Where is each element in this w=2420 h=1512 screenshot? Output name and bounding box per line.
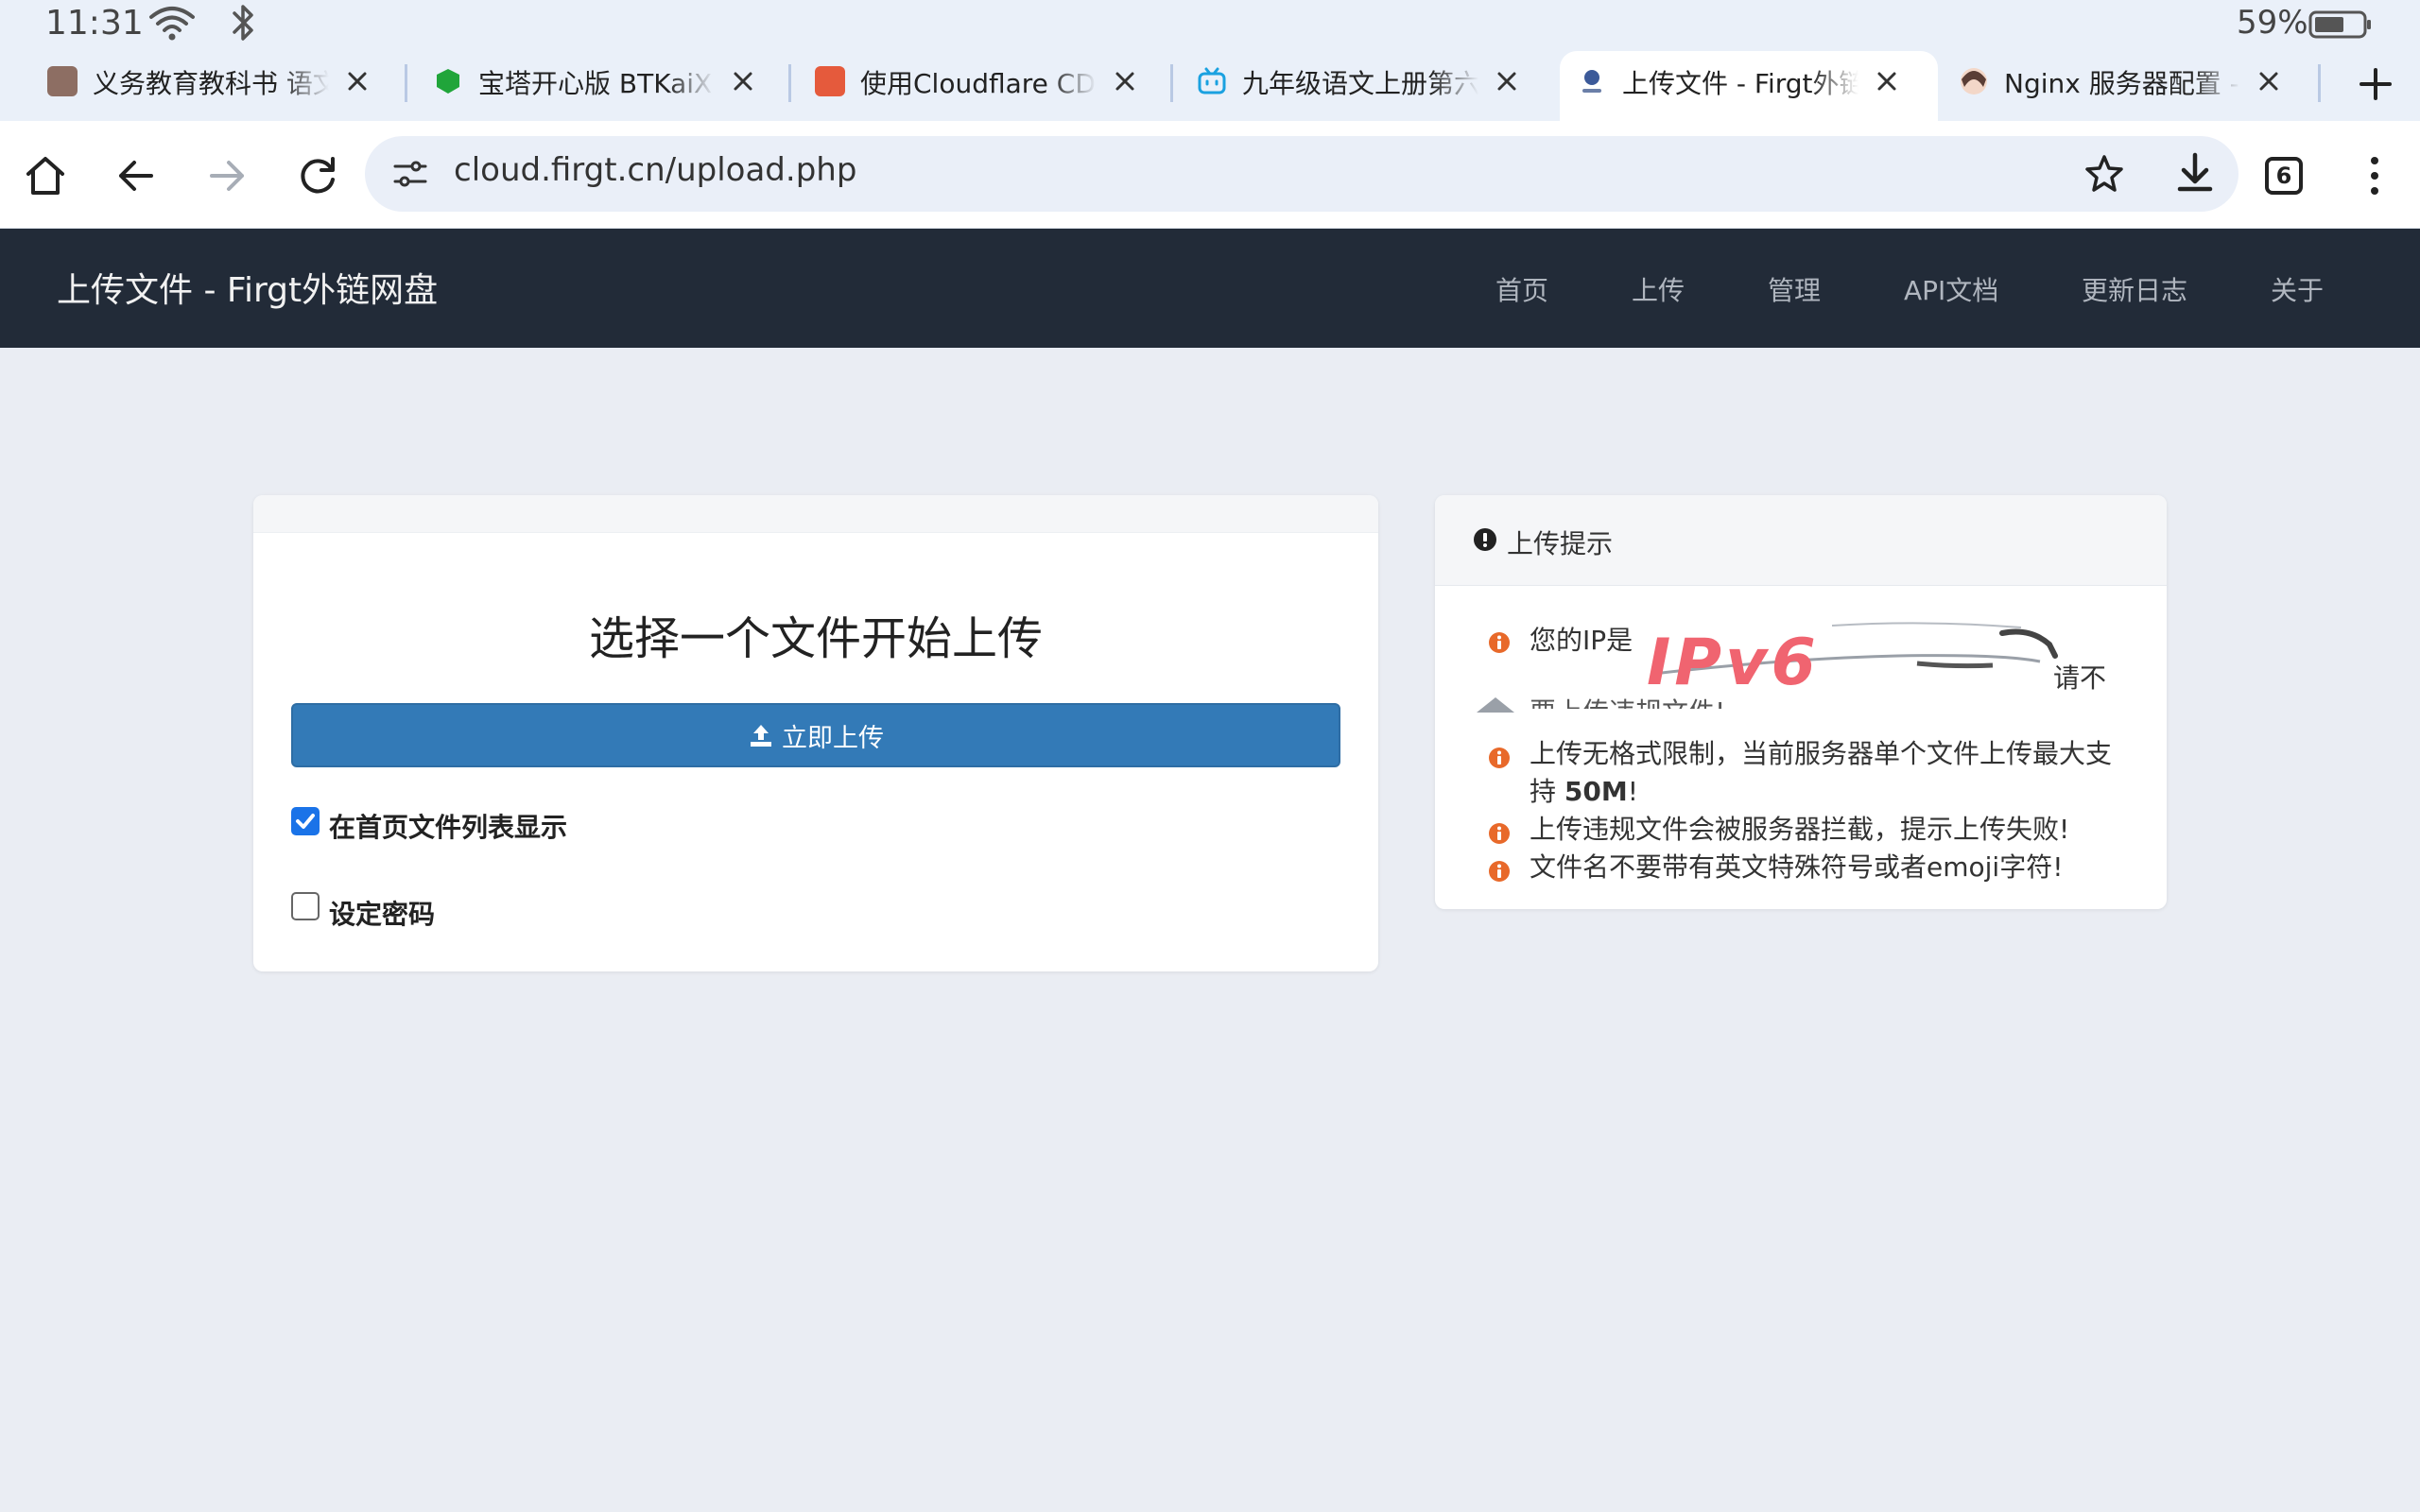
url-text[interactable]: cloud.firgt.cn/upload.php xyxy=(454,151,856,189)
browser-tab[interactable]: 义务教育教科书 语文 九 xyxy=(30,51,386,121)
tips-title: 上传提示 xyxy=(1507,528,1614,559)
status-time: 11:31 xyxy=(45,4,144,43)
ip-handwritten-annotation: IPv6 xyxy=(1647,626,1820,700)
tab-separator xyxy=(405,64,407,102)
battery-icon xyxy=(2308,10,2371,39)
bookmark-star-icon[interactable] xyxy=(2082,151,2127,197)
tab-separator xyxy=(1170,64,1173,102)
tip-ip-line2: 要上传违规文件! xyxy=(1530,694,1725,709)
tip-ip-suffix: 请不 xyxy=(2053,662,2107,694)
forward-arrow-icon[interactable] xyxy=(202,151,251,200)
tab-close-icon[interactable] xyxy=(1872,66,1902,96)
tab-title: 宝塔开心版 BTKaiXin.cn xyxy=(478,68,715,99)
nav-link-about[interactable]: 关于 xyxy=(2271,270,2324,308)
info-icon xyxy=(1489,747,1510,768)
info-icon xyxy=(1489,632,1510,653)
tab-favicon-icon xyxy=(1582,70,1601,93)
tab-separator xyxy=(788,64,791,102)
tip-violation: 上传违规文件会被服务器拦截，提示上传失败! xyxy=(1530,814,2070,845)
bluetooth-icon xyxy=(233,5,253,41)
tab-favicon-icon xyxy=(1198,67,1226,94)
info-icon xyxy=(1489,823,1510,844)
tab-title: 使用Cloudflare CDN后 xyxy=(860,68,1097,99)
nav-link-upload[interactable]: 上传 xyxy=(1632,270,1685,308)
set-password-label[interactable]: 设定密码 xyxy=(329,894,435,932)
reload-icon[interactable] xyxy=(293,151,342,200)
upload-tips-panel: 上传提示 您的IP是 IPv6 请不 要上传违规文件! 上传无格式限制，当前服务… xyxy=(1435,495,2167,909)
tab-title: 义务教育教科书 语文 九 xyxy=(93,68,329,99)
tab-close-icon[interactable] xyxy=(728,66,758,96)
more-menu-icon[interactable] xyxy=(2358,153,2392,198)
set-password-checkbox[interactable] xyxy=(291,892,320,920)
browser-tab[interactable]: 使用Cloudflare CDN后 xyxy=(798,51,1153,121)
upload-panel-header xyxy=(253,495,1378,533)
site-navbar: 上传文件 - Firgt外链网盘 首页 上传 管理 API文档 更新日志 关于 xyxy=(0,229,2420,348)
upload-heading: 选择一个文件开始上传 xyxy=(588,612,1043,665)
wifi-icon xyxy=(149,7,195,41)
home-icon[interactable] xyxy=(21,151,70,200)
tip-size-limit-value: 50M xyxy=(1564,776,1628,807)
browser-tab[interactable]: 九年级语文上册第六课 xyxy=(1180,51,1535,121)
show-on-home-label[interactable]: 在首页文件列表显示 xyxy=(329,807,567,845)
tab-title: Nginx 服务器配置 - 豆包 xyxy=(2004,68,2240,99)
tab-close-icon[interactable] xyxy=(2254,66,2284,96)
tab-separator xyxy=(2318,64,2321,102)
site-brand[interactable]: 上传文件 - Firgt外链网盘 xyxy=(57,263,438,312)
browser-tab-active[interactable]: 上传文件 - Firgt外链网盘 xyxy=(1560,51,1938,121)
checkmark-icon xyxy=(296,814,315,829)
tab-favicon-icon xyxy=(815,66,845,96)
tab-favicon-icon xyxy=(1961,68,1987,94)
nav-link-manage[interactable]: 管理 xyxy=(1768,270,1821,308)
battery-percent: 59% xyxy=(2237,4,2308,42)
tip-ip-prefix: 您的IP是 xyxy=(1530,625,1634,656)
browser-tab[interactable]: 宝塔开心版 BTKaiXin.cn xyxy=(416,51,771,121)
exclamation-circle-icon xyxy=(1474,528,1496,551)
tips-header: 上传提示 xyxy=(1435,495,2167,586)
status-bar: 11:31 59% xyxy=(0,0,2420,51)
info-icon xyxy=(1489,861,1510,882)
tab-strip: 义务教育教科书 语文 九 宝塔开心版 BTKaiXin.cn 使用Cloudfl… xyxy=(0,51,2420,121)
tab-close-icon[interactable] xyxy=(1492,66,1522,96)
download-icon[interactable] xyxy=(2172,149,2218,197)
tab-switcher-button[interactable]: 6 xyxy=(2265,157,2303,195)
triangle-mark-icon xyxy=(1477,697,1514,713)
upload-button-label: 立即上传 xyxy=(782,723,884,753)
new-tab-plus-icon[interactable] xyxy=(2354,62,2397,106)
tab-favicon-icon xyxy=(437,69,459,94)
browser-tab[interactable]: Nginx 服务器配置 - 豆包 xyxy=(1942,51,2297,121)
nav-link-api-docs[interactable]: API文档 xyxy=(1904,270,1998,308)
tab-title: 九年级语文上册第六课 xyxy=(1242,68,1478,99)
browser-toolbar: cloud.firgt.cn/upload.php 6 xyxy=(0,121,2420,229)
back-arrow-icon[interactable] xyxy=(112,151,161,200)
nav-link-changelog[interactable]: 更新日志 xyxy=(2082,270,2187,308)
tip-filename: 文件名不要带有英文特殊符号或者emoji字符! xyxy=(1530,851,2064,883)
site-settings-icon[interactable] xyxy=(391,155,429,193)
tab-close-icon[interactable] xyxy=(1110,66,1140,96)
upload-now-button[interactable]: 立即上传 xyxy=(291,703,1340,767)
upload-icon xyxy=(751,725,771,747)
nav-link-home[interactable]: 首页 xyxy=(1495,270,1548,308)
tab-close-icon[interactable] xyxy=(342,66,372,96)
tip-size-limit-end: ! xyxy=(1627,776,1638,807)
tip-size-limit: 上传无格式限制，当前服务器单个文件上传最大支持 50M! xyxy=(1530,735,2135,811)
address-bar[interactable]: cloud.firgt.cn/upload.php xyxy=(365,136,2238,212)
tab-favicon-icon xyxy=(47,66,78,96)
tab-title: 上传文件 - Firgt外链网盘 xyxy=(1622,68,1858,99)
upload-panel: 选择一个文件开始上传 立即上传 在首页文件列表显示 设定密码 xyxy=(253,495,1378,971)
show-on-home-checkbox[interactable] xyxy=(291,807,320,835)
